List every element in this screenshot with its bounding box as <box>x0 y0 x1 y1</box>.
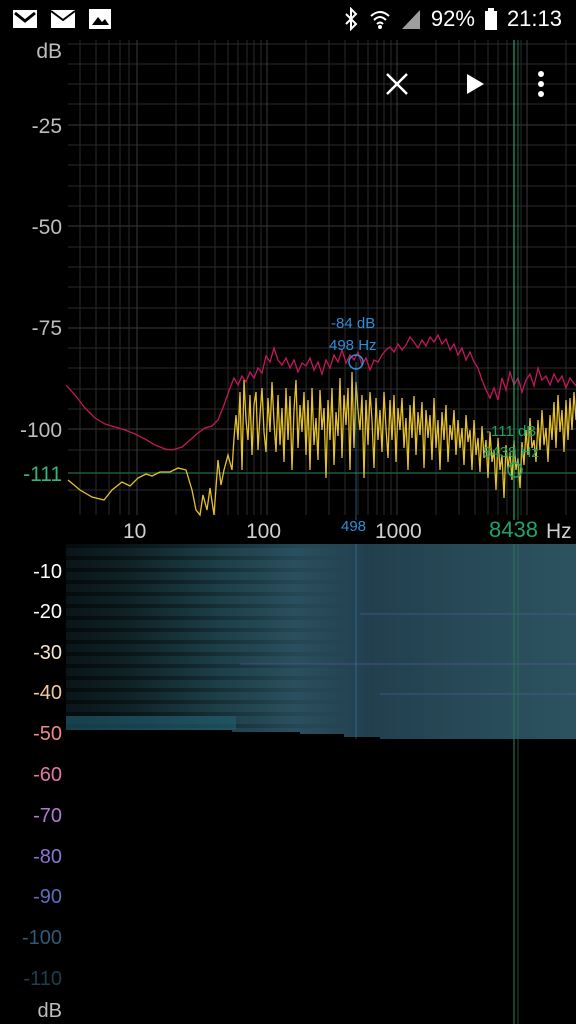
cursor-marker-dot <box>507 462 523 478</box>
x-unit-label: Hz <box>546 520 572 543</box>
spectrogram-db-tick: -60 <box>33 764 62 786</box>
y-tick-label: -25 <box>31 115 62 138</box>
y-tick-label: -50 <box>31 216 62 239</box>
x-tick-label: 100 <box>246 520 282 543</box>
toolbar <box>375 62 576 106</box>
y-axis-unit: dB <box>36 40 62 63</box>
close-button[interactable] <box>375 62 419 106</box>
peak-marker-freq: 498 Hz <box>329 337 377 354</box>
peak-freq-axis-label: 498 <box>341 518 367 535</box>
spectrogram-db-tick: -10 <box>33 561 62 583</box>
cursor-marker-db: -111 dB <box>486 423 537 440</box>
overflow-menu-button[interactable] <box>519 62 563 106</box>
peak-marker-db: -84 dB <box>331 315 376 332</box>
x-tick-label: 10 <box>123 520 147 543</box>
play-icon <box>467 74 484 94</box>
cursor-marker-freq: 8438 Hz <box>483 444 539 461</box>
spectrogram-db-tick: -90 <box>33 886 62 908</box>
more-vert-icon <box>538 71 544 97</box>
spectrogram-unit: dB <box>37 1000 62 1022</box>
spectrogram-db-tick: -40 <box>33 682 62 704</box>
noise-level-label: -111 <box>23 463 62 486</box>
spectrogram-db-tick: -20 <box>33 601 62 623</box>
play-button[interactable] <box>453 62 497 106</box>
x-tick-label: 1000 <box>375 520 422 543</box>
spectrogram-db-tick: -70 <box>33 805 62 827</box>
cursor-freq-axis-label: 8438 <box>489 517 538 542</box>
y-tick-label: -100 <box>19 419 62 442</box>
close-icon <box>386 73 408 95</box>
spectrogram-db-tick: -110 <box>23 968 62 990</box>
spectrogram-db-tick: -100 <box>21 927 62 949</box>
spectrogram[interactable] <box>0 544 576 1024</box>
spectrogram-db-tick: -80 <box>33 846 62 868</box>
spectrogram-db-tick: -30 <box>33 642 62 664</box>
y-tick-label: -75 <box>31 317 62 340</box>
spectrogram-db-tick: -50 <box>33 723 62 745</box>
